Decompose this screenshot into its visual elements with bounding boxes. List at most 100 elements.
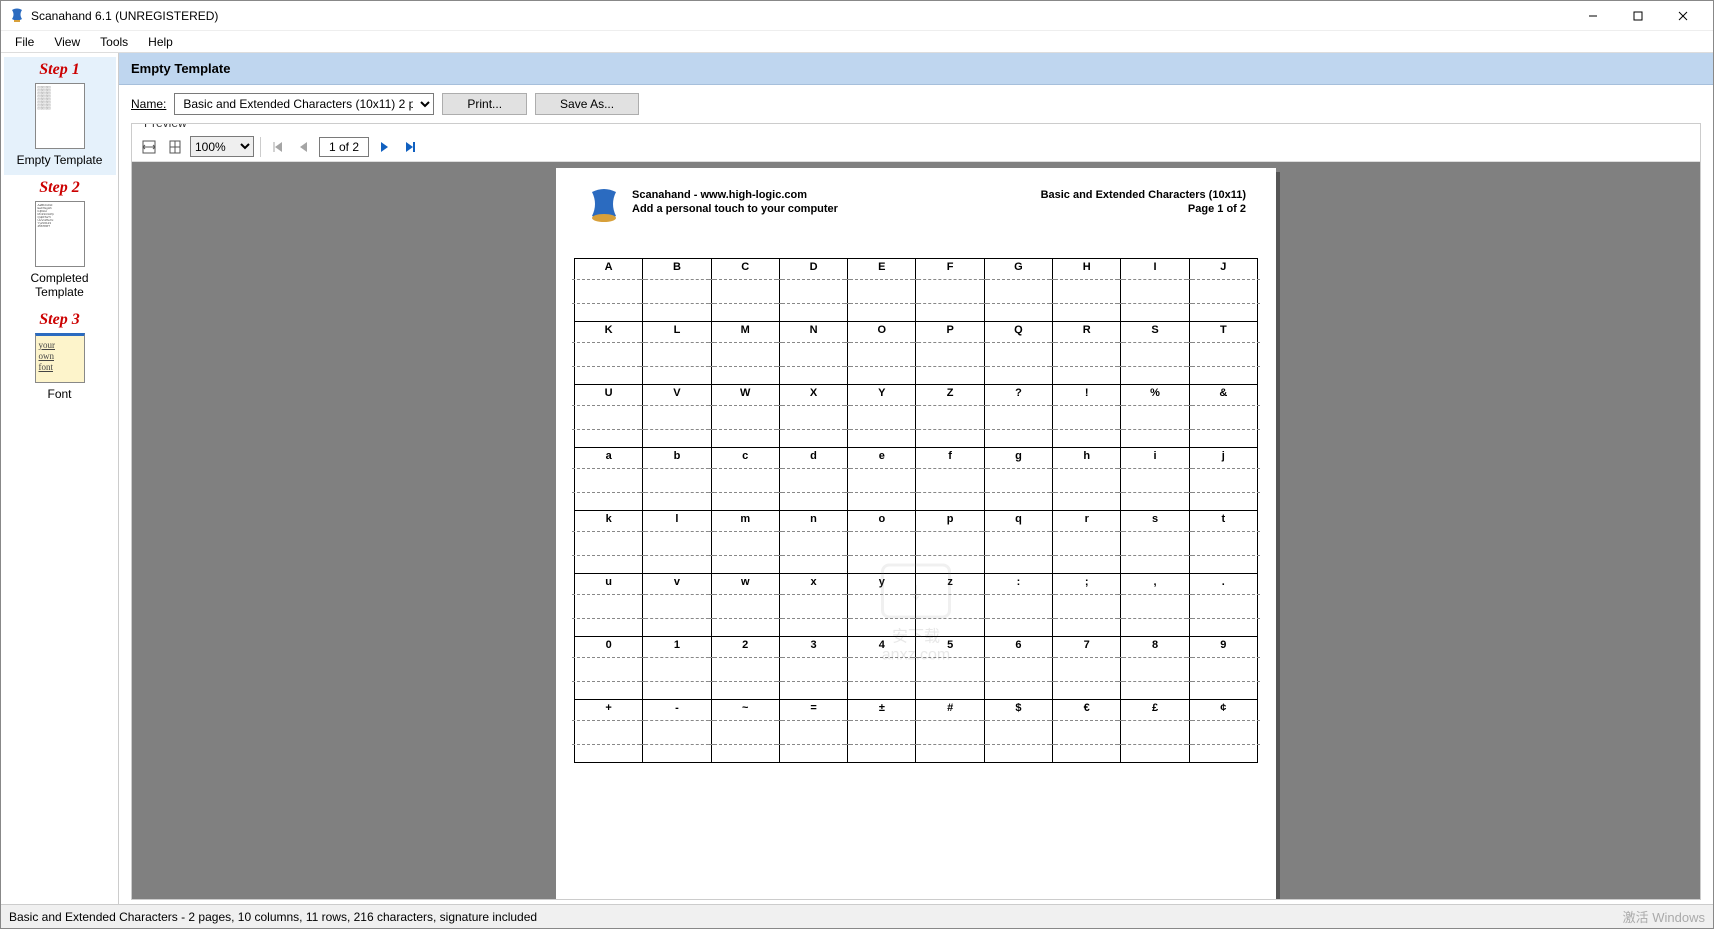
fit-width-icon[interactable] (138, 136, 160, 158)
grid-cell: X (779, 385, 847, 448)
grid-cell: Z (916, 385, 984, 448)
grid-cell: b (643, 448, 711, 511)
steps-sidebar: Step 1 ▯▯▯▯▯▯▯▯▯▯▯▯▯▯▯▯▯▯▯▯▯▯▯▯▯▯▯▯▯▯▯▯▯… (1, 53, 119, 904)
step-label: Completed Template (6, 271, 114, 299)
grid-cell: h (1053, 448, 1121, 511)
grid-cell: x (779, 574, 847, 637)
step-3-font[interactable]: Step 3 your own font Font (4, 307, 116, 409)
preview-group: Preview 100% (131, 123, 1701, 900)
grid-cell: A (575, 259, 643, 322)
template-name-select[interactable]: Basic and Extended Characters (10x11) 2 … (174, 93, 434, 115)
title-bar: Scanahand 6.1 (UNREGISTERED) (1, 1, 1713, 31)
step-title: Step 1 (6, 61, 114, 79)
grid-cell: S (1121, 322, 1189, 385)
grid-cell: € (1053, 700, 1121, 763)
step-2-completed-template[interactable]: Step 2 AaBbCcDdEeFfGgHhIiJjKkLlMmNnOoPpQ… (4, 175, 116, 307)
minimize-button[interactable] (1570, 2, 1615, 30)
grid-cell: C (711, 259, 779, 322)
template-page: Scanahand - www.high-logic.com Add a per… (556, 168, 1276, 899)
close-button[interactable] (1660, 2, 1705, 30)
grid-cell: B (643, 259, 711, 322)
name-row: Name: Basic and Extended Characters (10x… (119, 85, 1713, 123)
menu-file[interactable]: File (5, 33, 44, 51)
grid-cell: c (711, 448, 779, 511)
grid-cell: f (916, 448, 984, 511)
grid-cell: z (916, 574, 984, 637)
grid-cell: y (848, 574, 916, 637)
save-as-button[interactable]: Save As... (535, 93, 639, 115)
grid-cell: d (779, 448, 847, 511)
menu-tools[interactable]: Tools (90, 33, 138, 51)
grid-cell: u (575, 574, 643, 637)
status-bar: Basic and Extended Characters - 2 pages,… (1, 904, 1713, 928)
name-label: Name: (131, 97, 166, 111)
windows-activation-watermark: 激活 Windows (1623, 907, 1705, 926)
grid-cell: O (848, 322, 916, 385)
step-1-empty-template[interactable]: Step 1 ▯▯▯▯▯▯▯▯▯▯▯▯▯▯▯▯▯▯▯▯▯▯▯▯▯▯▯▯▯▯▯▯▯… (4, 57, 116, 175)
menu-view[interactable]: View (44, 33, 90, 51)
grid-cell: 1 (643, 637, 711, 700)
step-label: Empty Template (6, 153, 114, 167)
prev-page-icon[interactable] (293, 136, 315, 158)
grid-cell: j (1189, 448, 1257, 511)
grid-cell: , (1121, 574, 1189, 637)
grid-cell: o (848, 511, 916, 574)
first-page-icon[interactable] (267, 136, 289, 158)
preview-canvas[interactable]: Scanahand - www.high-logic.com Add a per… (132, 162, 1700, 899)
print-button[interactable]: Print... (442, 93, 527, 115)
grid-cell: 4 (848, 637, 916, 700)
grid-cell: ! (1053, 385, 1121, 448)
grid-cell: s (1121, 511, 1189, 574)
grid-cell: P (916, 322, 984, 385)
grid-cell: e (848, 448, 916, 511)
grid-cell: 8 (1121, 637, 1189, 700)
scanahand-logo-icon (586, 188, 622, 224)
window-title: Scanahand 6.1 (UNREGISTERED) (31, 9, 1570, 23)
maximize-button[interactable] (1615, 2, 1660, 30)
grid-cell: t (1189, 511, 1257, 574)
menu-help[interactable]: Help (138, 33, 183, 51)
grid-cell: r (1053, 511, 1121, 574)
step-title: Step 2 (6, 179, 114, 197)
step-3-thumb: your own font (35, 333, 85, 383)
grid-cell: + (575, 700, 643, 763)
grid-cell: ± (848, 700, 916, 763)
step-title: Step 3 (6, 311, 114, 329)
grid-cell: E (848, 259, 916, 322)
fit-page-icon[interactable] (164, 136, 186, 158)
grid-cell: 9 (1189, 637, 1257, 700)
grid-cell: 5 (916, 637, 984, 700)
grid-cell: ; (1053, 574, 1121, 637)
grid-cell: J (1189, 259, 1257, 322)
page-header-line2: Add a personal touch to your computer (632, 202, 838, 216)
character-grid: ABCDEFGHIJKLMNOPQRSTUVWXYZ?!%&abcdefghij… (574, 258, 1258, 763)
last-page-icon[interactable] (399, 136, 421, 158)
grid-cell: k (575, 511, 643, 574)
grid-cell: l (643, 511, 711, 574)
page-title: Empty Template (119, 53, 1713, 85)
page-header-right1: Basic and Extended Characters (10x11) (1041, 188, 1246, 202)
grid-cell: % (1121, 385, 1189, 448)
next-page-icon[interactable] (373, 136, 395, 158)
zoom-select[interactable]: 100% (190, 136, 254, 157)
grid-cell: Q (984, 322, 1052, 385)
status-text: Basic and Extended Characters - 2 pages,… (9, 910, 537, 924)
grid-cell: M (711, 322, 779, 385)
grid-cell: w (711, 574, 779, 637)
grid-cell: H (1053, 259, 1121, 322)
grid-cell: I (1121, 259, 1189, 322)
grid-cell: g (984, 448, 1052, 511)
grid-cell: W (711, 385, 779, 448)
grid-cell: & (1189, 385, 1257, 448)
grid-cell: U (575, 385, 643, 448)
grid-cell: a (575, 448, 643, 511)
grid-cell: - (643, 700, 711, 763)
grid-cell: v (643, 574, 711, 637)
page-indicator: 1 of 2 (319, 137, 369, 157)
step-2-thumb: AaBbCcDdEeFfGgHhIiJjKkLlMmNnOoPpQqRrSsTt… (35, 201, 85, 267)
grid-cell: i (1121, 448, 1189, 511)
grid-cell: R (1053, 322, 1121, 385)
grid-cell: $ (984, 700, 1052, 763)
grid-cell: 2 (711, 637, 779, 700)
grid-cell: 6 (984, 637, 1052, 700)
